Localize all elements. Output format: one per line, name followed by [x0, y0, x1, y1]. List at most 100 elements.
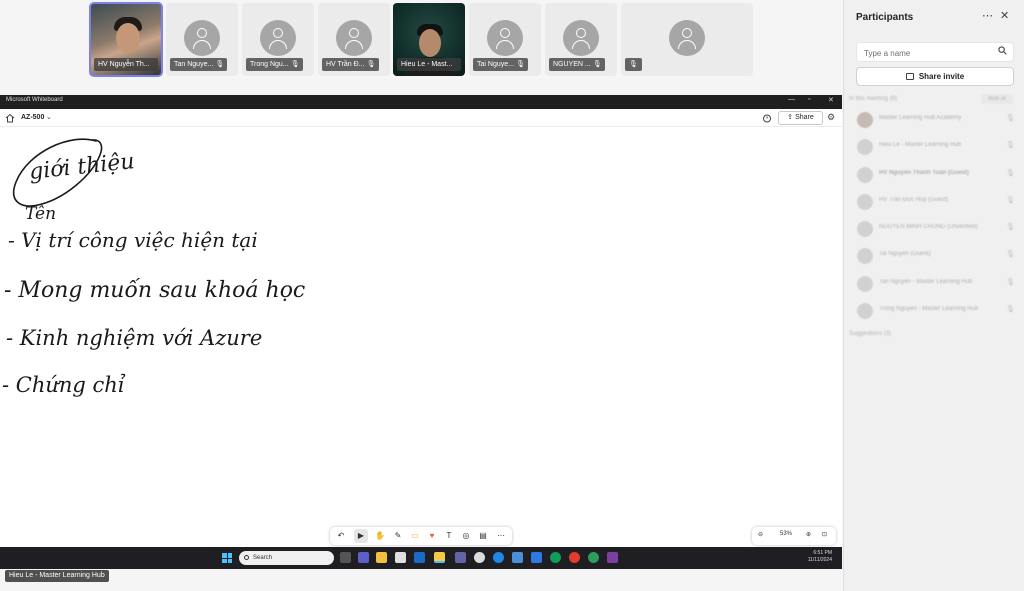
- shapes-icon[interactable]: ◎: [459, 529, 473, 543]
- participant-face: [419, 29, 441, 57]
- avatar: [857, 221, 873, 238]
- mic-off-icon: 🎙︎: [366, 61, 376, 68]
- in-meeting-header[interactable]: In this meeting (8) Mute all: [844, 92, 1024, 106]
- participant-row[interactable]: Hieu Le - Master Learning Hub 🎙︎: [844, 133, 1024, 160]
- zoom-in-icon[interactable]: ⊕: [806, 531, 811, 538]
- mute-all-button[interactable]: Mute all: [981, 94, 1013, 104]
- zoom-controls: ⊖ 53% ⊕ ⊡: [752, 527, 836, 545]
- video-strip: HV Nguyễn Th... Tan Nguye... 🎙︎ Trong Ngu…: [0, 0, 842, 92]
- outlook-icon[interactable]: [414, 552, 425, 563]
- remote-desktop-icon[interactable]: [531, 552, 542, 563]
- share-invite-button[interactable]: Share invite: [856, 67, 1014, 86]
- close-icon[interactable]: ✕: [1000, 9, 1009, 22]
- ink-layer: giới thiệu Tên - Vị trí công việc hiện t…: [2, 138, 305, 397]
- pen-icon[interactable]: ✎: [391, 529, 405, 543]
- chrome-icon[interactable]: [569, 552, 580, 563]
- chevron-down-icon[interactable]: ⌄: [46, 113, 52, 121]
- taskbar-search[interactable]: Search: [239, 551, 334, 565]
- participant-row[interactable]: Tai Nguyen (Guest) 🎙︎: [844, 242, 1024, 269]
- ink-text-line1: - Vị trí công việc hiện tại: [8, 228, 258, 252]
- avatar-icon: [336, 20, 372, 56]
- panel-title: Participants: [856, 12, 914, 23]
- participant-list: In this meeting (8) Mute all Master Learn…: [844, 92, 1024, 344]
- avatar-icon: [487, 20, 523, 56]
- timer-icon[interactable]: [762, 113, 772, 123]
- participant-row[interactable]: NGUYEN MINH CHUNG (Unverified) 🎙︎: [844, 215, 1024, 242]
- participant-row[interactable]: Trong Nguyen - Master Learning Hub 🎙︎: [844, 297, 1024, 324]
- minimize-icon[interactable]: —: [788, 96, 795, 103]
- home-icon[interactable]: [5, 113, 15, 123]
- video-tile[interactable]: Hieu Le - Mast...: [393, 3, 465, 76]
- mail-icon[interactable]: [512, 552, 523, 563]
- template-icon[interactable]: ▤: [476, 529, 490, 543]
- board-toolbar: AZ-500 ⌄ ⇪ Share ⚙: [0, 109, 842, 127]
- video-tile[interactable]: Tai Nguye... 🎙︎: [469, 3, 541, 76]
- video-tile[interactable]: 🎙︎: [621, 3, 753, 76]
- gear-icon[interactable]: ⚙: [827, 112, 835, 123]
- mic-off-icon: 🎙︎: [1006, 278, 1015, 286]
- video-tile[interactable]: HV Nguyễn Th...: [89, 2, 163, 77]
- onenote-icon[interactable]: [607, 552, 618, 563]
- board-name[interactable]: AZ-500: [21, 114, 44, 121]
- zoom-level: 53%: [780, 531, 793, 537]
- ink-text-line4: - Chứng chỉ: [2, 373, 126, 397]
- teams-icon[interactable]: [358, 552, 369, 563]
- share-button[interactable]: ⇪ Share: [778, 111, 823, 125]
- participant-row[interactable]: Tan Nguyen - Master Learning Hub 🎙︎: [844, 270, 1024, 297]
- mic-off-icon: 🎙︎: [1006, 224, 1015, 232]
- video-tile[interactable]: HV Trần Đ... 🎙︎: [318, 3, 390, 76]
- avatar: [857, 166, 873, 183]
- avatar: [857, 303, 873, 320]
- video-tile[interactable]: NGUYEN ... 🎙︎: [545, 3, 617, 76]
- mic-off-icon: 🎙︎: [1006, 251, 1015, 259]
- clock-icon[interactable]: [474, 552, 485, 563]
- participant-row[interactable]: Master Learning Hub Academy 🎙︎: [844, 106, 1024, 133]
- video-tile[interactable]: Trong Ngu... 🎙︎: [242, 3, 314, 76]
- participant-row[interactable]: HV Nguyễn Thanh Tuấn (Guest) 🎙︎: [844, 161, 1024, 188]
- more-icon[interactable]: ⋯: [494, 529, 508, 543]
- close-icon[interactable]: ✕: [828, 96, 834, 104]
- avatar: [857, 275, 873, 292]
- undo-icon[interactable]: ↶: [334, 529, 348, 543]
- search-icon[interactable]: [998, 46, 1007, 55]
- reaction-icon[interactable]: ♥: [425, 529, 439, 543]
- avatar: [857, 248, 873, 265]
- task-view-icon[interactable]: [340, 552, 351, 563]
- search-input[interactable]: [857, 44, 987, 63]
- tile-name: HV Trần Đ... 🎙︎: [322, 58, 379, 71]
- more-options-icon[interactable]: ⋯: [982, 9, 993, 22]
- chrome-profile-icon[interactable]: [588, 552, 599, 563]
- ink-toolbar: ↶ ▶ ✋ ✎ ▭ ♥ T ◎ ▤ ⋯: [330, 527, 512, 545]
- video-tile[interactable]: Tan Nguye... 🎙︎: [166, 3, 238, 76]
- teams-app-icon[interactable]: [455, 552, 466, 563]
- meeting-window: { "video_strip": { "tiles": [ {"name": "…: [0, 0, 1024, 591]
- tile-name: Trong Ngu... 🎙︎: [246, 58, 303, 71]
- clock[interactable]: 6:51 PM 11/11/2024: [796, 550, 832, 564]
- share-icon: ⇪: [787, 114, 796, 121]
- ink-text-line3: - Kinh nghiệm với Azure: [6, 326, 262, 350]
- title-bar: Microsoft Whiteboard — ▫ ✕: [0, 95, 842, 109]
- tile-name: 🎙︎: [625, 58, 642, 71]
- maximize-icon[interactable]: ▫: [808, 96, 810, 103]
- fit-screen-icon[interactable]: ⊡: [822, 531, 827, 538]
- messenger-icon[interactable]: [493, 552, 504, 563]
- suggestions-header[interactable]: Suggestions (3): [844, 324, 1024, 344]
- zoom-out-icon[interactable]: ⊖: [758, 531, 763, 538]
- mic-off-icon: 🎙︎: [1006, 196, 1015, 204]
- avatar-icon: [260, 20, 296, 56]
- folder-icon[interactable]: [376, 552, 387, 563]
- edge-icon[interactable]: [550, 552, 561, 563]
- select-icon[interactable]: ▶: [354, 529, 368, 543]
- participant-row[interactable]: HV Trần Đức Huy (Guest) 🎙︎: [844, 188, 1024, 215]
- date-text: 11/11/2024: [807, 557, 832, 563]
- search-icon: [244, 555, 249, 560]
- participant-name: Master Learning Hub Academy: [879, 115, 962, 121]
- hand-icon[interactable]: ✋: [373, 529, 387, 543]
- whiteboard-canvas[interactable]: giới thiệu Tên - Vị trí công việc hiện t…: [0, 127, 842, 548]
- whiteboard-app-icon[interactable]: [434, 552, 445, 563]
- text-icon[interactable]: T: [442, 529, 456, 543]
- participant-face: [116, 23, 140, 53]
- sticky-note-icon[interactable]: ▭: [408, 529, 422, 543]
- store-icon[interactable]: [395, 552, 406, 563]
- windows-start-icon[interactable]: [222, 553, 232, 563]
